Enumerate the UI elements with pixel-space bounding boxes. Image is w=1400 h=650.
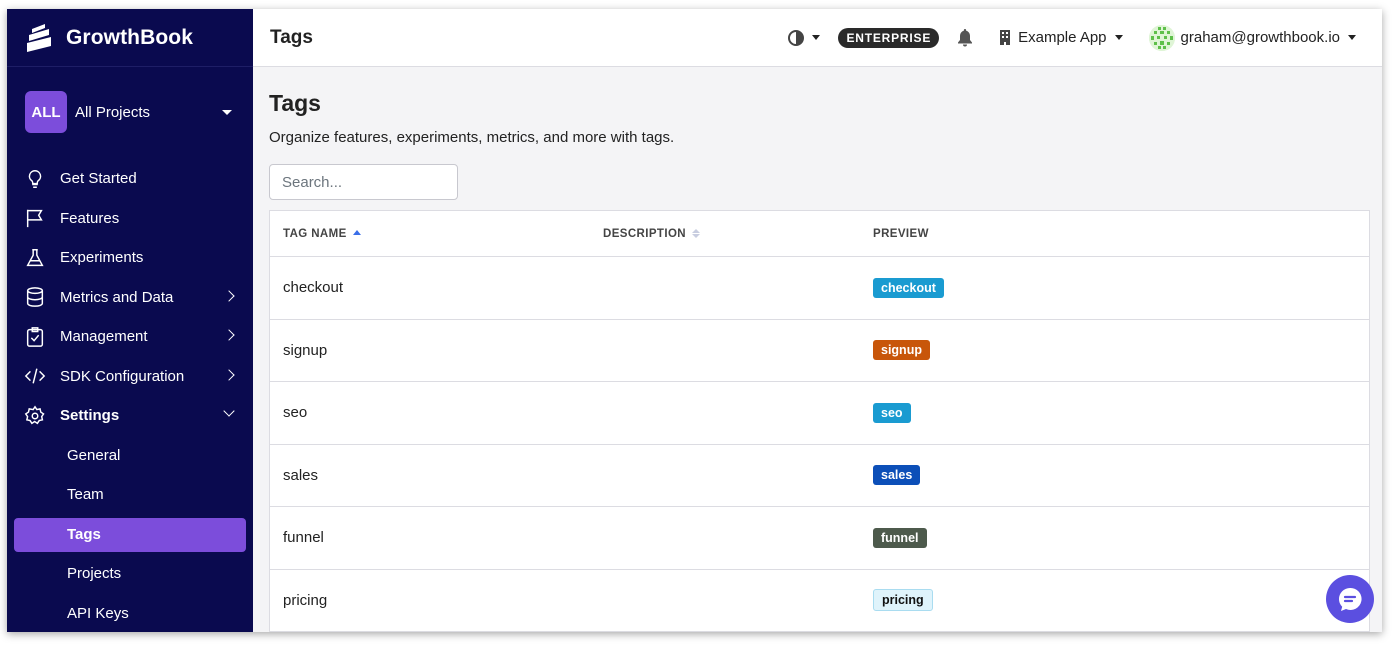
chevron-right-icon [223,368,235,381]
sidebar-subitem-projects[interactable]: Projects [14,554,246,594]
brand[interactable]: GrowthBook [7,9,253,67]
table-row[interactable]: checkout checkout [270,257,1369,320]
organization-selector[interactable]: Example App [999,29,1123,46]
caret-down-icon [1348,35,1356,40]
sidebar-item-metrics-and-data[interactable]: Metrics and Data [7,278,253,318]
page-heading: Tags [269,90,321,116]
sidebar-subitem-api-keys[interactable]: API Keys [14,594,246,633]
top-bar: Tags ENTERPRISE Example App graham@growt… [253,9,1382,67]
tag-preview-cell: signup [873,340,1369,361]
tag-name-cell: sales [283,466,319,484]
caret-down-icon [812,35,821,40]
column-header-label: TAG NAME [283,227,347,240]
sidebar-nav: Get Started Features Experiments Metrics… [7,159,253,632]
sidebar-subitem-tags[interactable]: Tags [14,517,246,552]
database-icon [24,286,46,308]
column-header-label: PREVIEW [873,227,929,240]
table-row[interactable]: sales sales [270,445,1369,507]
column-header-preview: PREVIEW [873,228,1369,240]
project-badge: ALL [25,91,67,133]
table-row[interactable]: signup signup [270,320,1369,382]
theme-toggle[interactable] [788,29,821,46]
page-title: Tags [270,26,313,48]
tag-name-cell: seo [283,404,308,422]
caret-down-icon [1114,35,1123,40]
sidebar-item-label: Management [60,328,148,346]
tag-badge: signup [873,340,930,361]
notifications-button[interactable] [957,28,973,47]
sidebar: GrowthBook ALL All Projects Get Started … [7,9,253,632]
organization-name: Example App [1018,29,1107,46]
sidebar-item-get-started[interactable]: Get Started [7,159,253,199]
tag-name-cell: funnel [283,529,324,547]
tag-preview-cell: seo [873,402,1369,423]
tag-badge: seo [873,402,911,423]
tag-name-cell: pricing [283,591,328,609]
user-menu[interactable]: graham@growthbook.io [1148,24,1356,51]
sidebar-item-sdk-configuration[interactable]: SDK Configuration [7,357,253,397]
tag-preview-cell: pricing [873,589,1369,612]
sidebar-item-label: SDK Configuration [60,367,185,385]
growthbook-logo-icon [27,23,51,52]
search-input[interactable] [269,164,458,200]
contrast-icon [788,29,805,46]
project-selector[interactable]: ALL All Projects [25,91,235,133]
tag-badge: funnel [873,527,927,548]
sidebar-item-features[interactable]: Features [7,199,253,239]
sidebar-item-label: Experiments [60,249,144,267]
column-header-label: DESCRIPTION [603,227,686,240]
table-row[interactable]: pricing pricing [270,570,1369,632]
tag-preview-cell: sales [873,465,1369,486]
chevron-right-icon [223,329,235,341]
brand-name: GrowthBook [66,25,193,49]
lightbulb-icon [24,168,46,190]
tag-badge: sales [873,465,921,486]
chat-widget-button[interactable] [1326,575,1374,623]
tag-preview-cell: checkout [873,277,1369,298]
flask-icon [24,247,46,269]
main-content: Tags Organize features, experiments, met… [253,67,1382,632]
chevron-down-icon [223,405,235,417]
sidebar-item-label: Settings [60,407,120,425]
app-window: GrowthBook ALL All Projects Get Started … [7,9,1382,632]
user-email: graham@growthbook.io [1180,29,1340,46]
column-header-tag-name[interactable]: TAG NAME [270,228,603,240]
tag-badge: checkout [873,277,944,298]
sidebar-subitem-team[interactable]: Team [14,475,246,515]
gear-icon [24,405,46,427]
table-row[interactable]: funnel funnel [270,507,1369,570]
sidebar-subitem-general[interactable]: General [14,436,246,476]
sidebar-item-label: Metrics and Data [60,288,174,306]
chat-icon [1339,587,1362,611]
page-description: Organize features, experiments, metrics,… [269,129,675,146]
sidebar-item-management[interactable]: Management [7,317,253,357]
clipboard-icon [24,326,46,348]
table-header: TAG NAME DESCRIPTION PREVIEW [270,211,1369,257]
sidebar-item-settings[interactable]: Settings [7,396,253,436]
building-icon [1000,30,1011,45]
enterprise-badge: ENTERPRISE [838,27,940,48]
column-header-description[interactable]: DESCRIPTION [603,228,873,240]
bell-icon [958,28,973,46]
sidebar-item-label: Get Started [60,170,137,188]
tag-name-cell: checkout [283,279,344,297]
avatar [1148,24,1175,51]
code-icon [24,365,46,387]
sort-ascending-icon [352,229,361,235]
chevron-right-icon [223,289,235,302]
caret-down-icon [222,109,232,115]
flag-icon [24,207,46,229]
tag-badge: pricing [873,589,933,612]
project-name: All Projects [75,103,151,121]
tag-name-cell: signup [283,341,328,359]
sidebar-item-experiments[interactable]: Experiments [7,238,253,278]
sidebar-item-label: Features [60,209,120,227]
tag-preview-cell: funnel [873,527,1369,548]
tags-table: TAG NAME DESCRIPTION PREVIEW checkout ch… [269,210,1370,632]
sort-icon [692,229,700,238]
table-row[interactable]: seo seo [270,382,1369,445]
